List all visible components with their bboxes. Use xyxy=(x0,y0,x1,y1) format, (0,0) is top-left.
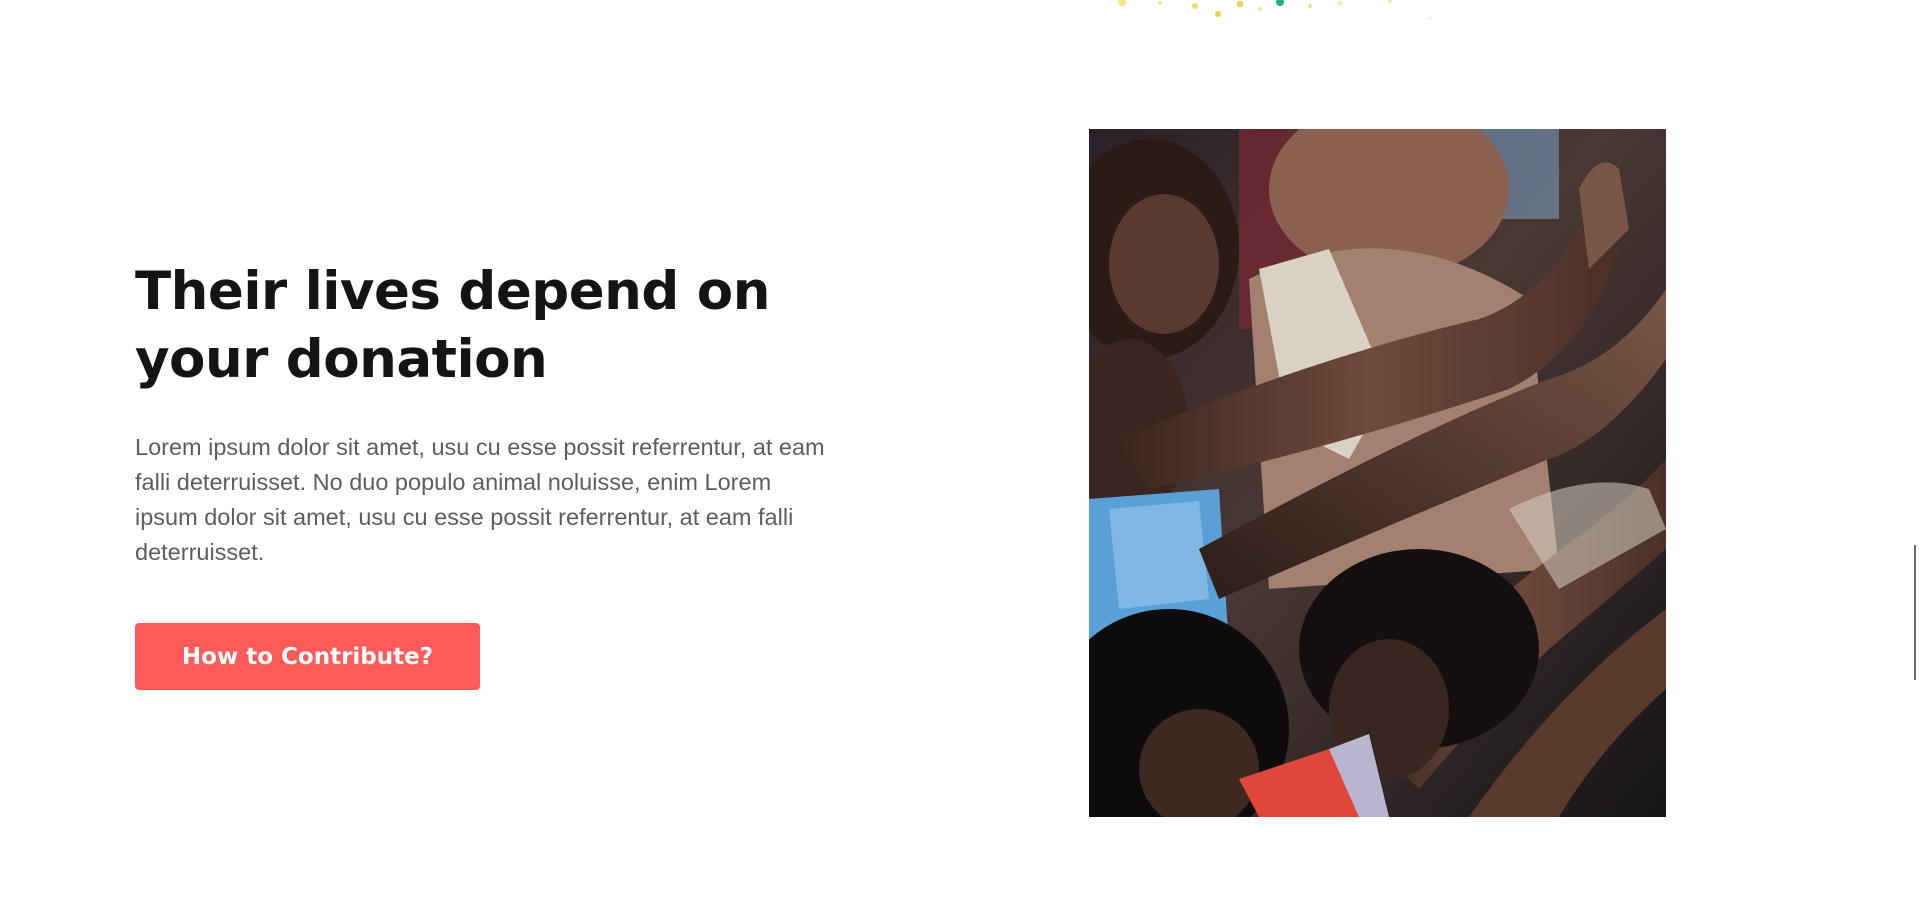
section-heading: Their lives depend on your donation xyxy=(135,261,770,390)
children-reaching-photo xyxy=(1089,129,1666,817)
how-to-contribute-button[interactable]: How to Contribute? xyxy=(135,623,480,690)
photo-illustration xyxy=(1089,129,1666,817)
scrollbar-thumb[interactable] xyxy=(1914,545,1916,680)
section-description: Lorem ipsum dolor sit amet, usu cu esse … xyxy=(135,434,825,565)
donation-text-block: Their lives depend on your donation Lore… xyxy=(135,258,835,570)
paint-splatter-decoration xyxy=(1118,0,1432,20)
page: Their lives depend on your donation Lore… xyxy=(0,0,1919,916)
